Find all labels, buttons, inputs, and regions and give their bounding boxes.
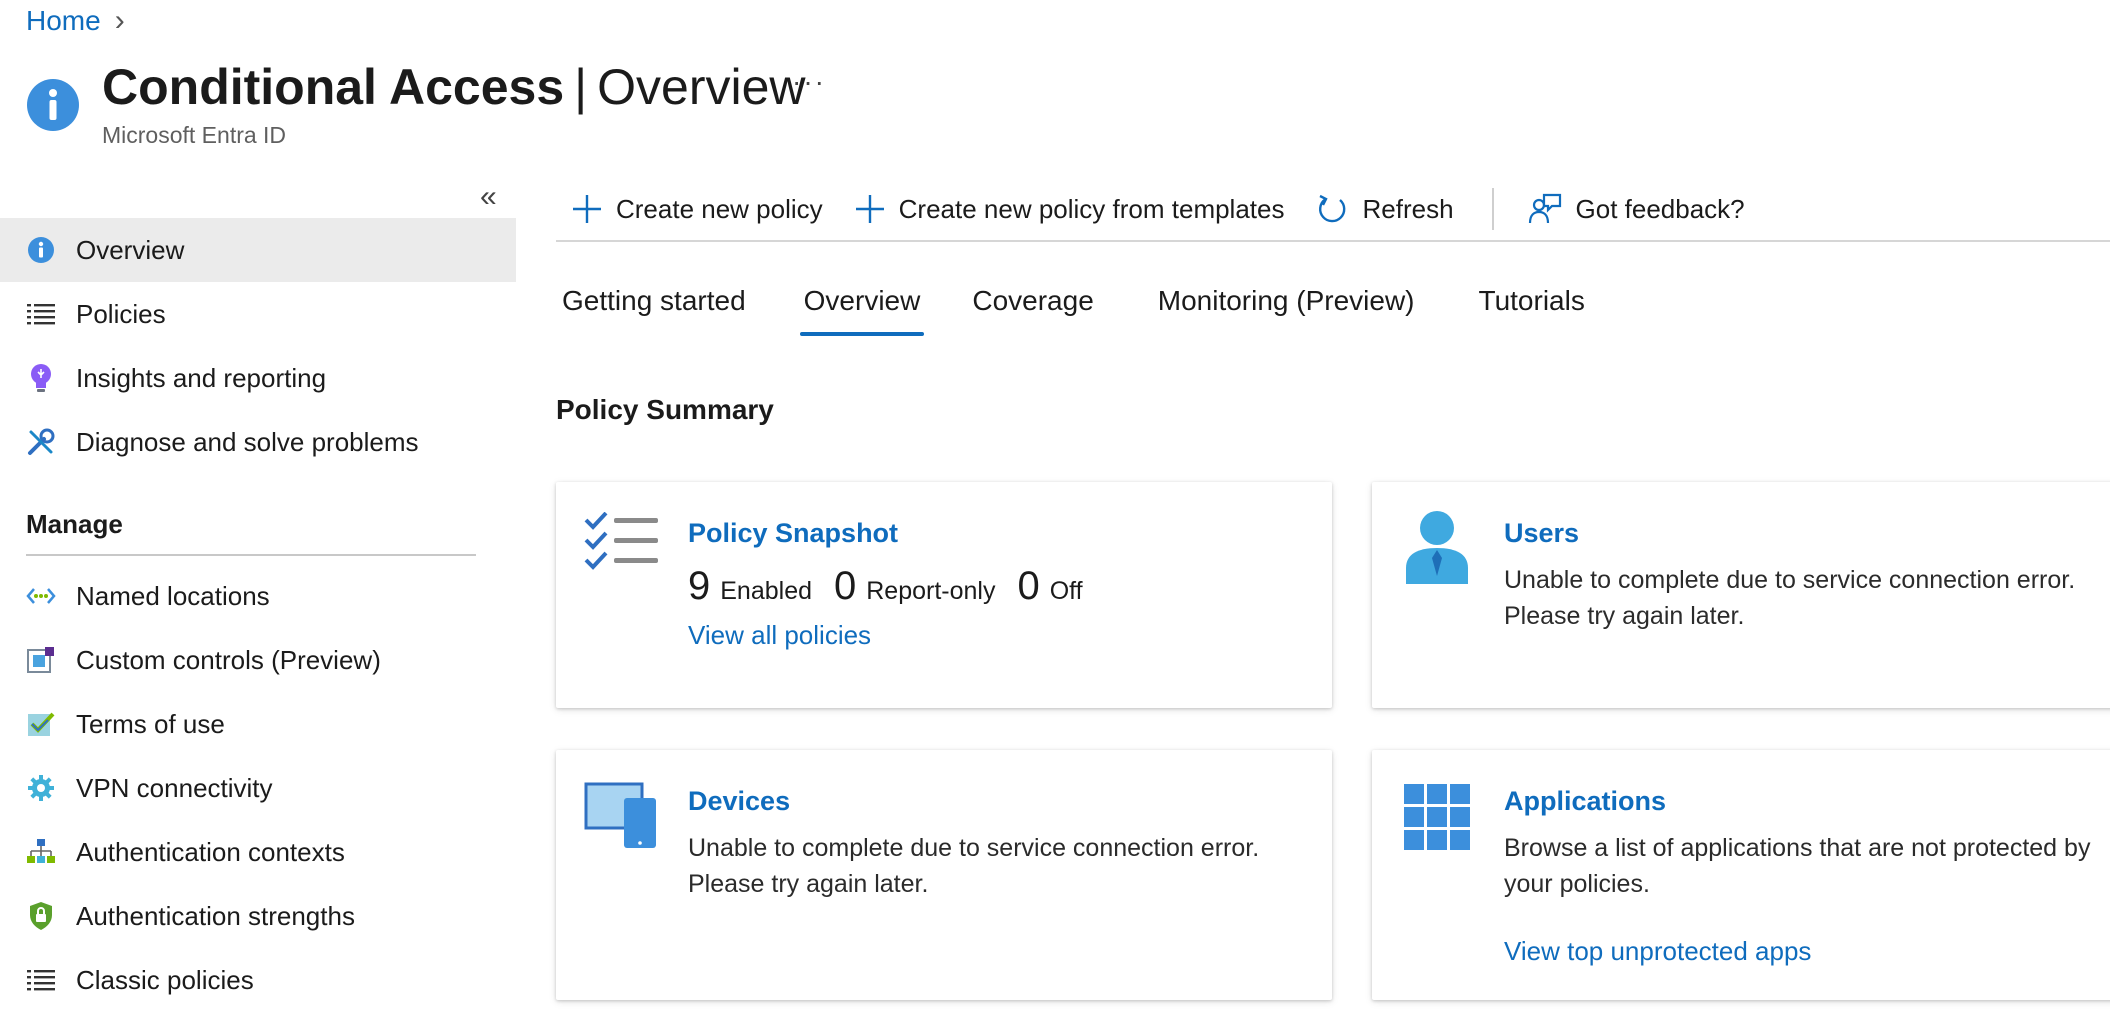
feedback-button[interactable]: Got feedback?	[1528, 193, 1745, 225]
tab-monitoring[interactable]: Monitoring (Preview)	[1158, 280, 1415, 340]
page-title-separator: |	[574, 59, 588, 115]
sidebar: Overview Policies Insights and reporting…	[0, 218, 516, 1012]
create-new-policy-label: Create new policy	[616, 193, 823, 224]
sidebar-item-custom-controls[interactable]: Custom controls (Preview)	[0, 628, 516, 692]
users-message-line1: Unable to complete due to service connec…	[1504, 566, 2076, 594]
plus-icon	[572, 194, 602, 224]
hierarchy-icon	[26, 837, 56, 867]
chevron-right-icon: ›	[114, 4, 125, 37]
devices-icon	[584, 782, 658, 850]
view-all-policies-link[interactable]: View all policies	[688, 620, 871, 651]
checklist-icon	[584, 512, 660, 576]
devices-title[interactable]: Devices	[688, 786, 790, 817]
plus-icon	[855, 194, 885, 224]
list-icon	[26, 299, 56, 329]
toolbar-divider	[1491, 188, 1494, 230]
applications-message-line1: Browse a list of applications that are n…	[1504, 834, 2091, 862]
sidebar-item-label: Custom controls (Preview)	[76, 644, 381, 675]
command-toolbar: Create new policy Create new policy from…	[556, 178, 2110, 242]
off-label: Off	[1049, 577, 1083, 605]
list-icon	[26, 965, 56, 995]
devices-message-line1: Unable to complete due to service connec…	[688, 834, 1260, 862]
sidebar-item-named-locations[interactable]: Named locations	[0, 564, 516, 628]
users-message-line2: Please try again later.	[1504, 602, 1745, 630]
create-from-templates-button[interactable]: Create new policy from templates	[855, 193, 1285, 225]
page-title-section: Overview	[597, 59, 806, 115]
app-grid-icon	[1404, 784, 1470, 850]
sidebar-item-label: Insights and reporting	[76, 362, 327, 393]
sidebar-item-auth-strengths[interactable]: Authentication strengths	[0, 884, 516, 948]
user-icon	[1404, 510, 1470, 584]
sidebar-item-insights[interactable]: Insights and reporting	[0, 346, 516, 410]
report-only-label: Report-only	[866, 577, 996, 605]
sidebar-item-label: Diagnose and solve problems	[76, 426, 419, 457]
manage-section-heading: Manage	[26, 509, 123, 539]
applications-message: Browse a list of applications that are n…	[1504, 830, 2090, 902]
refresh-icon	[1316, 193, 1348, 225]
info-icon	[26, 78, 80, 132]
sidebar-item-diagnose[interactable]: Diagnose and solve problems	[0, 410, 516, 474]
network-icon	[26, 581, 56, 611]
create-new-policy-button[interactable]: Create new policy	[572, 194, 823, 225]
devices-card: Devices Unable to complete due to servic…	[556, 750, 1332, 1000]
feedback-icon	[1528, 193, 1562, 225]
breadcrumb: Home ›	[26, 4, 125, 38]
sidebar-item-label: Overview	[76, 234, 185, 265]
sidebar-item-label: Authentication contexts	[76, 836, 345, 867]
wrench-icon	[26, 427, 56, 457]
sidebar-item-label: Classic policies	[76, 964, 254, 995]
devices-message: Unable to complete due to service connec…	[688, 830, 1259, 902]
gear-icon	[26, 773, 56, 803]
sidebar-item-label: VPN connectivity	[76, 772, 273, 803]
sidebar-item-policies[interactable]: Policies	[0, 282, 516, 346]
refresh-label: Refresh	[1362, 193, 1454, 224]
create-from-templates-label: Create new policy from templates	[898, 193, 1285, 224]
tab-overview[interactable]: Overview	[799, 280, 925, 340]
custom-controls-icon	[26, 645, 56, 675]
sidebar-item-classic-policies[interactable]: Classic policies	[0, 948, 516, 1012]
feedback-label: Got feedback?	[1575, 193, 1745, 224]
shield-lock-icon	[26, 901, 56, 931]
breadcrumb-home-link[interactable]: Home	[26, 5, 101, 37]
sidebar-item-label: Authentication strengths	[76, 900, 355, 931]
sidebar-item-label: Named locations	[76, 580, 270, 611]
refresh-button[interactable]: Refresh	[1316, 193, 1454, 225]
tab-bar: Getting started Overview Coverage Monito…	[562, 280, 1641, 340]
lightbulb-icon	[26, 363, 56, 393]
applications-title[interactable]: Applications	[1504, 786, 1666, 817]
more-options-button[interactable]: ···	[792, 66, 826, 98]
divider	[26, 554, 476, 556]
tab-coverage[interactable]: Coverage	[972, 280, 1093, 340]
users-card: Users Unable to complete due to service …	[1372, 482, 2110, 708]
off-count: 0	[1017, 564, 1040, 608]
applications-message-line2: your policies.	[1504, 870, 1650, 898]
sidebar-item-overview[interactable]: Overview	[0, 218, 516, 282]
tab-getting-started[interactable]: Getting started	[562, 280, 746, 340]
users-message: Unable to complete due to service connec…	[1504, 562, 2075, 634]
users-title[interactable]: Users	[1504, 518, 1579, 549]
page-title: Conditional Access | Overview	[102, 54, 806, 120]
terms-checkmark-icon	[26, 709, 56, 739]
sidebar-item-label: Terms of use	[76, 708, 225, 739]
policy-summary-heading: Policy Summary	[556, 394, 774, 425]
page-title-main: Conditional Access	[102, 59, 565, 115]
sidebar-item-terms-of-use[interactable]: Terms of use	[0, 692, 516, 756]
info-icon	[26, 235, 56, 265]
page-subtitle: Microsoft Entra ID	[102, 122, 287, 148]
report-only-count: 0	[834, 564, 857, 608]
policy-snapshot-title[interactable]: Policy Snapshot	[688, 518, 898, 549]
sidebar-item-auth-contexts[interactable]: Authentication contexts	[0, 820, 516, 884]
applications-card: Applications Browse a list of applicatio…	[1372, 750, 2110, 1000]
devices-message-line2: Please try again later.	[688, 870, 929, 898]
collapse-sidebar-button[interactable]: «	[480, 180, 497, 214]
sidebar-item-vpn[interactable]: VPN connectivity	[0, 756, 516, 820]
enabled-label: Enabled	[720, 577, 812, 605]
sidebar-item-label: Policies	[76, 298, 166, 329]
policy-stats: 9 Enabled 0 Report-only 0 Off	[688, 564, 1105, 609]
view-top-unprotected-apps-link[interactable]: View top unprotected apps	[1504, 936, 1811, 967]
tab-tutorials[interactable]: Tutorials	[1479, 280, 1585, 340]
enabled-count: 9	[688, 564, 711, 608]
policy-snapshot-card: Policy Snapshot 9 Enabled 0 Report-only …	[556, 482, 1332, 708]
